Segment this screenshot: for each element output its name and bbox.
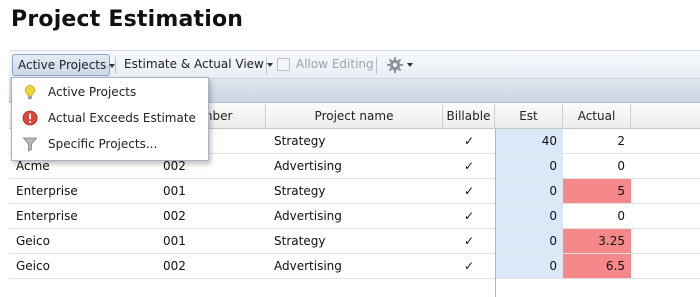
alert-icon xyxy=(22,110,38,126)
settings-menu-button[interactable] xyxy=(381,54,418,76)
cell-est[interactable]: 0 xyxy=(495,254,563,278)
cell-number: 002 xyxy=(163,209,186,223)
cell-client: Enterprise xyxy=(16,209,78,223)
cell-project-name: Advertising xyxy=(274,159,342,173)
cell-actual-over-estimate: 3.25 xyxy=(563,229,631,253)
cell-est[interactable]: 0 xyxy=(495,204,563,228)
menu-item-actual-exceeds-estimate[interactable]: Actual Exceeds Estimate xyxy=(12,105,208,131)
cell-actual: 0 xyxy=(617,209,625,223)
table-row[interactable]: Enterprise 002 Advertising ✓ 0 0 xyxy=(9,204,700,229)
chevron-down-icon xyxy=(407,62,413,67)
cell-project-name: Advertising xyxy=(274,209,342,223)
allow-editing-toggle[interactable]: Allow Editing xyxy=(272,54,379,76)
cell-project-name: Strategy xyxy=(274,134,326,148)
cell-est[interactable]: 0 xyxy=(495,229,563,253)
allow-editing-checkbox[interactable] xyxy=(277,58,290,71)
active-projects-label: Active Projects xyxy=(18,58,107,72)
cell-project-name: Strategy xyxy=(274,234,326,248)
cell-est[interactable]: 0 xyxy=(495,179,563,203)
cell-est[interactable]: 40 xyxy=(495,129,563,153)
menu-item-specific-projects[interactable]: Specific Projects... xyxy=(12,131,208,157)
table-row[interactable]: Enterprise 001 Strategy ✓ 0 5 xyxy=(9,179,700,204)
cell-number: 001 xyxy=(163,234,186,248)
cell-client: Geico xyxy=(16,234,50,248)
column-header-actual[interactable]: Actual xyxy=(563,104,631,129)
cell-actual-over-estimate: 5 xyxy=(563,179,631,203)
billable-check: ✓ xyxy=(463,209,475,223)
cell-client: Geico xyxy=(16,259,50,273)
toolbar-divider xyxy=(266,57,267,74)
active-projects-button[interactable]: Active Projects xyxy=(12,54,116,76)
table-row[interactable]: Geico 002 Advertising ✓ 0 6.5 xyxy=(9,254,700,279)
view-selector-label: Estimate & Actual View xyxy=(124,57,264,71)
column-header-billable[interactable]: Billable xyxy=(443,104,495,129)
cell-est[interactable]: 0 xyxy=(495,154,563,178)
lightbulb-icon xyxy=(25,85,35,99)
cell-client: Enterprise xyxy=(16,184,78,198)
billable-check: ✓ xyxy=(463,259,475,273)
cell-project-name: Strategy xyxy=(274,184,326,198)
page-title: Project Estimation xyxy=(11,7,244,32)
allow-editing-label: Allow Editing xyxy=(296,57,374,71)
cell-project-name: Advertising xyxy=(274,259,342,273)
menu-item-label: Specific Projects... xyxy=(48,137,158,151)
menu-item-label: Active Projects xyxy=(48,85,137,99)
toolbar-divider xyxy=(115,57,116,74)
billable-check: ✓ xyxy=(463,234,475,248)
filter-funnel-icon xyxy=(22,137,38,152)
gear-icon xyxy=(387,56,403,73)
toolbar: Active Projects Estimate & Actual View A… xyxy=(9,50,700,79)
est-column-divider xyxy=(495,129,496,297)
table-row[interactable]: Geico 001 Strategy ✓ 0 3.25 xyxy=(9,229,700,254)
cell-number: 001 xyxy=(163,184,186,198)
column-header-project-name[interactable]: Project name xyxy=(266,104,443,129)
billable-check: ✓ xyxy=(463,159,475,173)
column-header-est[interactable]: Est xyxy=(495,104,563,129)
menu-item-label: Actual Exceeds Estimate xyxy=(48,111,196,125)
menu-item-active-projects[interactable]: Active Projects xyxy=(12,79,208,105)
billable-check: ✓ xyxy=(463,134,475,148)
cell-actual: 2 xyxy=(617,134,625,148)
view-selector-button[interactable]: Estimate & Actual View xyxy=(119,54,278,76)
active-projects-menu: Active Projects Actual Exceeds Estimate … xyxy=(11,77,209,161)
cell-actual: 0 xyxy=(617,159,625,173)
cell-actual-over-estimate: 6.5 xyxy=(563,254,631,278)
cell-number: 002 xyxy=(163,259,186,273)
billable-check: ✓ xyxy=(463,184,475,198)
toolbar-divider xyxy=(376,57,377,74)
